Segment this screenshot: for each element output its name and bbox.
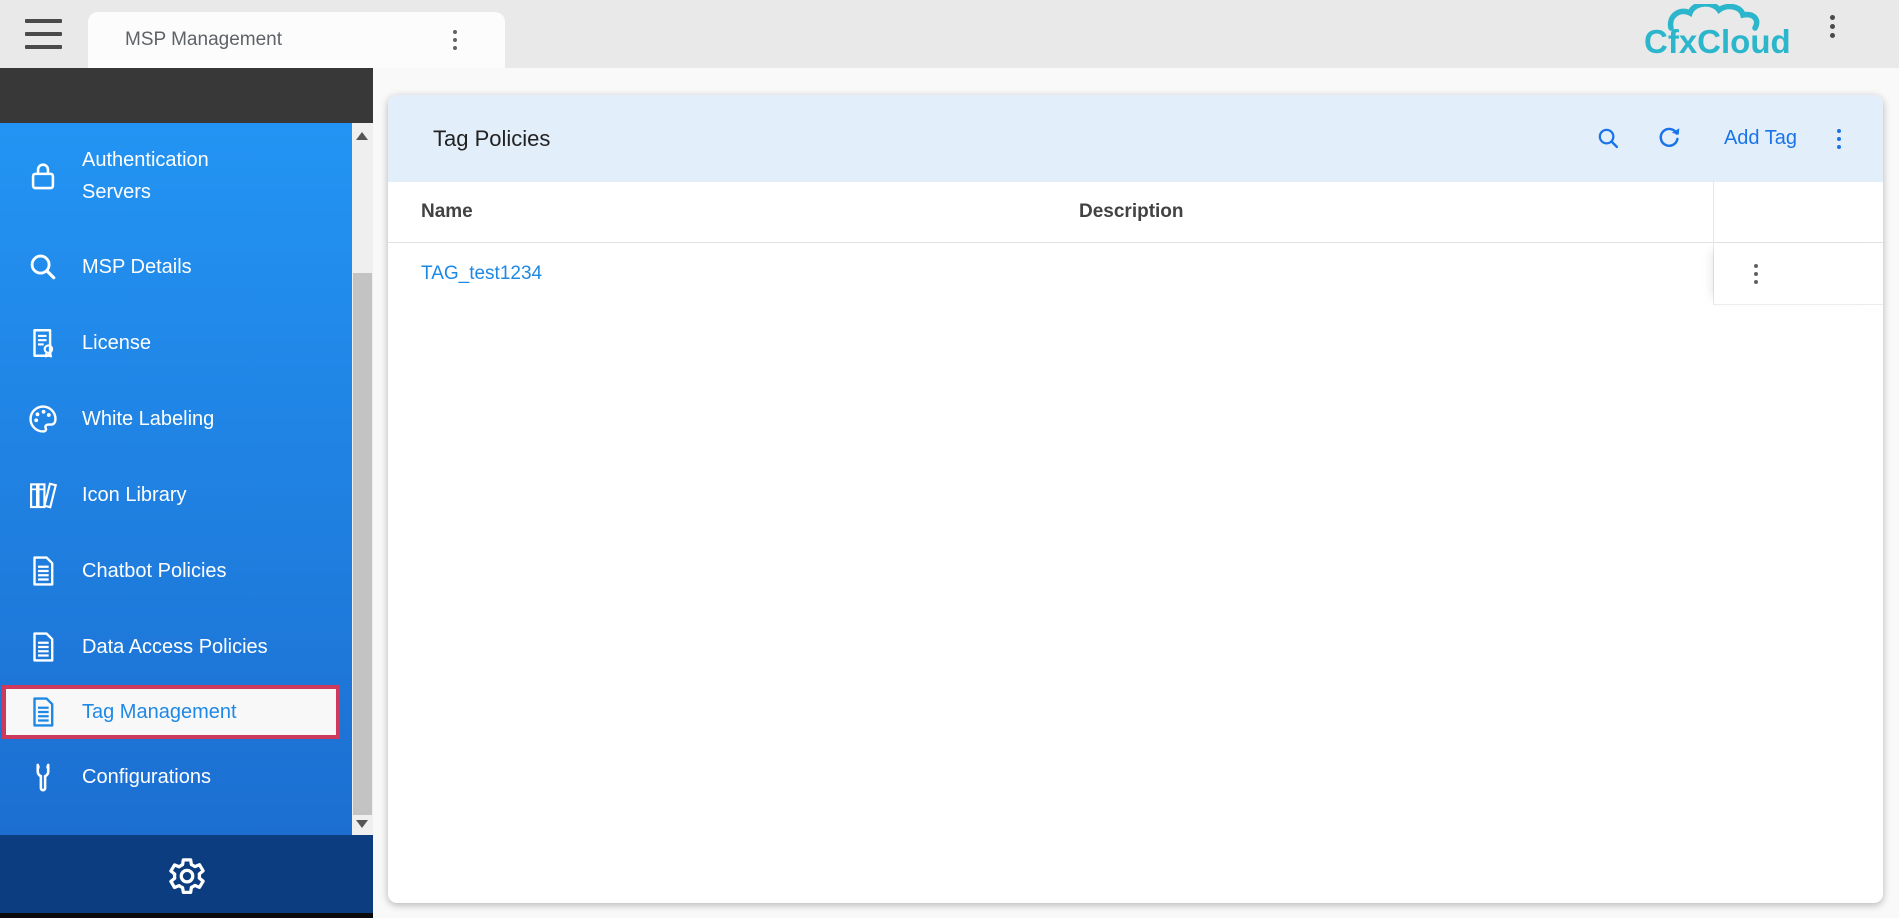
sidebar-item-label: Data Access Policies [82, 631, 268, 663]
palette-icon [24, 400, 62, 438]
sidebar-item-icon-library[interactable]: Icon Library [0, 457, 352, 533]
document-icon [24, 552, 62, 590]
sidebar-item-label: Configurations [82, 761, 211, 793]
sidebar-item-authentication-servers[interactable]: Authentication Servers [0, 123, 352, 229]
hamburger-menu-icon[interactable] [25, 19, 62, 49]
books-icon [24, 476, 62, 514]
sidebar-nav: Authentication Servers MSP Details Licen… [0, 123, 352, 835]
row-actions-cell [1714, 243, 1883, 305]
wrench-icon [24, 758, 62, 796]
search-icon [24, 248, 62, 286]
sidebar-item-msp-details[interactable]: MSP Details [0, 229, 352, 305]
scroll-up-arrow-icon[interactable] [356, 132, 368, 140]
sidebar-item-label: White Labeling [82, 403, 214, 435]
sidebar-item-label: Authentication Servers [82, 144, 257, 208]
add-tag-button[interactable]: Add Tag [1714, 127, 1807, 150]
lock-icon [24, 157, 62, 195]
panel-header: Tag Policies Add Tag [388, 95, 1883, 182]
cfxcloud-logo: CfxCloud [1638, 4, 1813, 64]
sidebar-item-label: Chatbot Policies [82, 555, 227, 587]
sidebar-item-label: MSP Details [82, 251, 192, 283]
sidebar-item-tag-management[interactable]: Tag Management [2, 685, 340, 739]
page-title: Tag Policies [388, 126, 550, 152]
table-row: TAG_test1234 [388, 243, 1883, 305]
tab-msp-management[interactable]: MSP Management [88, 12, 505, 68]
sidebar-item-label: License [82, 327, 151, 359]
license-certificate-icon [24, 324, 62, 362]
sidebar-header-bar [0, 68, 373, 123]
tab-overflow-kebab-icon[interactable] [453, 30, 457, 50]
sidebar-item-configurations[interactable]: Configurations [0, 739, 352, 815]
sidebar-item-label: Icon Library [82, 479, 187, 511]
panel-actions: Add Tag [1594, 95, 1841, 182]
document-icon [24, 693, 62, 731]
sidebar-scrollbar[interactable] [352, 123, 373, 836]
sidebar-footer [0, 835, 373, 913]
tag-name-link[interactable]: TAG_test1234 [388, 263, 542, 285]
document-icon [24, 628, 62, 666]
column-header-name: Name [388, 201, 1079, 223]
sidebar-item-white-labeling[interactable]: White Labeling [0, 381, 352, 457]
refresh-icon[interactable] [1654, 124, 1684, 154]
gear-icon[interactable] [164, 851, 210, 897]
scroll-down-arrow-icon[interactable] [356, 820, 368, 828]
scrollbar-thumb[interactable] [353, 273, 372, 815]
search-icon[interactable] [1594, 124, 1624, 154]
topbar-overflow-kebab-icon[interactable] [1830, 15, 1835, 38]
sidebar-item-chatbot-policies[interactable]: Chatbot Policies [0, 533, 352, 609]
column-header-description: Description [1079, 201, 1883, 223]
logo-text: CfxCloud [1644, 23, 1791, 60]
table-header-row: Name Description [388, 182, 1883, 243]
tab-title: MSP Management [88, 29, 282, 51]
tag-policies-panel: Tag Policies Add Tag Name Description TA… [388, 95, 1883, 903]
row-actions-kebab-icon[interactable] [1754, 264, 1758, 284]
sidebar-item-label: Tag Management [82, 696, 237, 728]
sidebar-item-license[interactable]: License [0, 305, 352, 381]
panel-overflow-kebab-icon[interactable] [1837, 129, 1841, 149]
sidebar-item-data-access-policies[interactable]: Data Access Policies [0, 609, 352, 685]
top-bar: MSP Management CfxCloud [0, 0, 1899, 68]
sidebar-footer-strip [0, 913, 373, 918]
